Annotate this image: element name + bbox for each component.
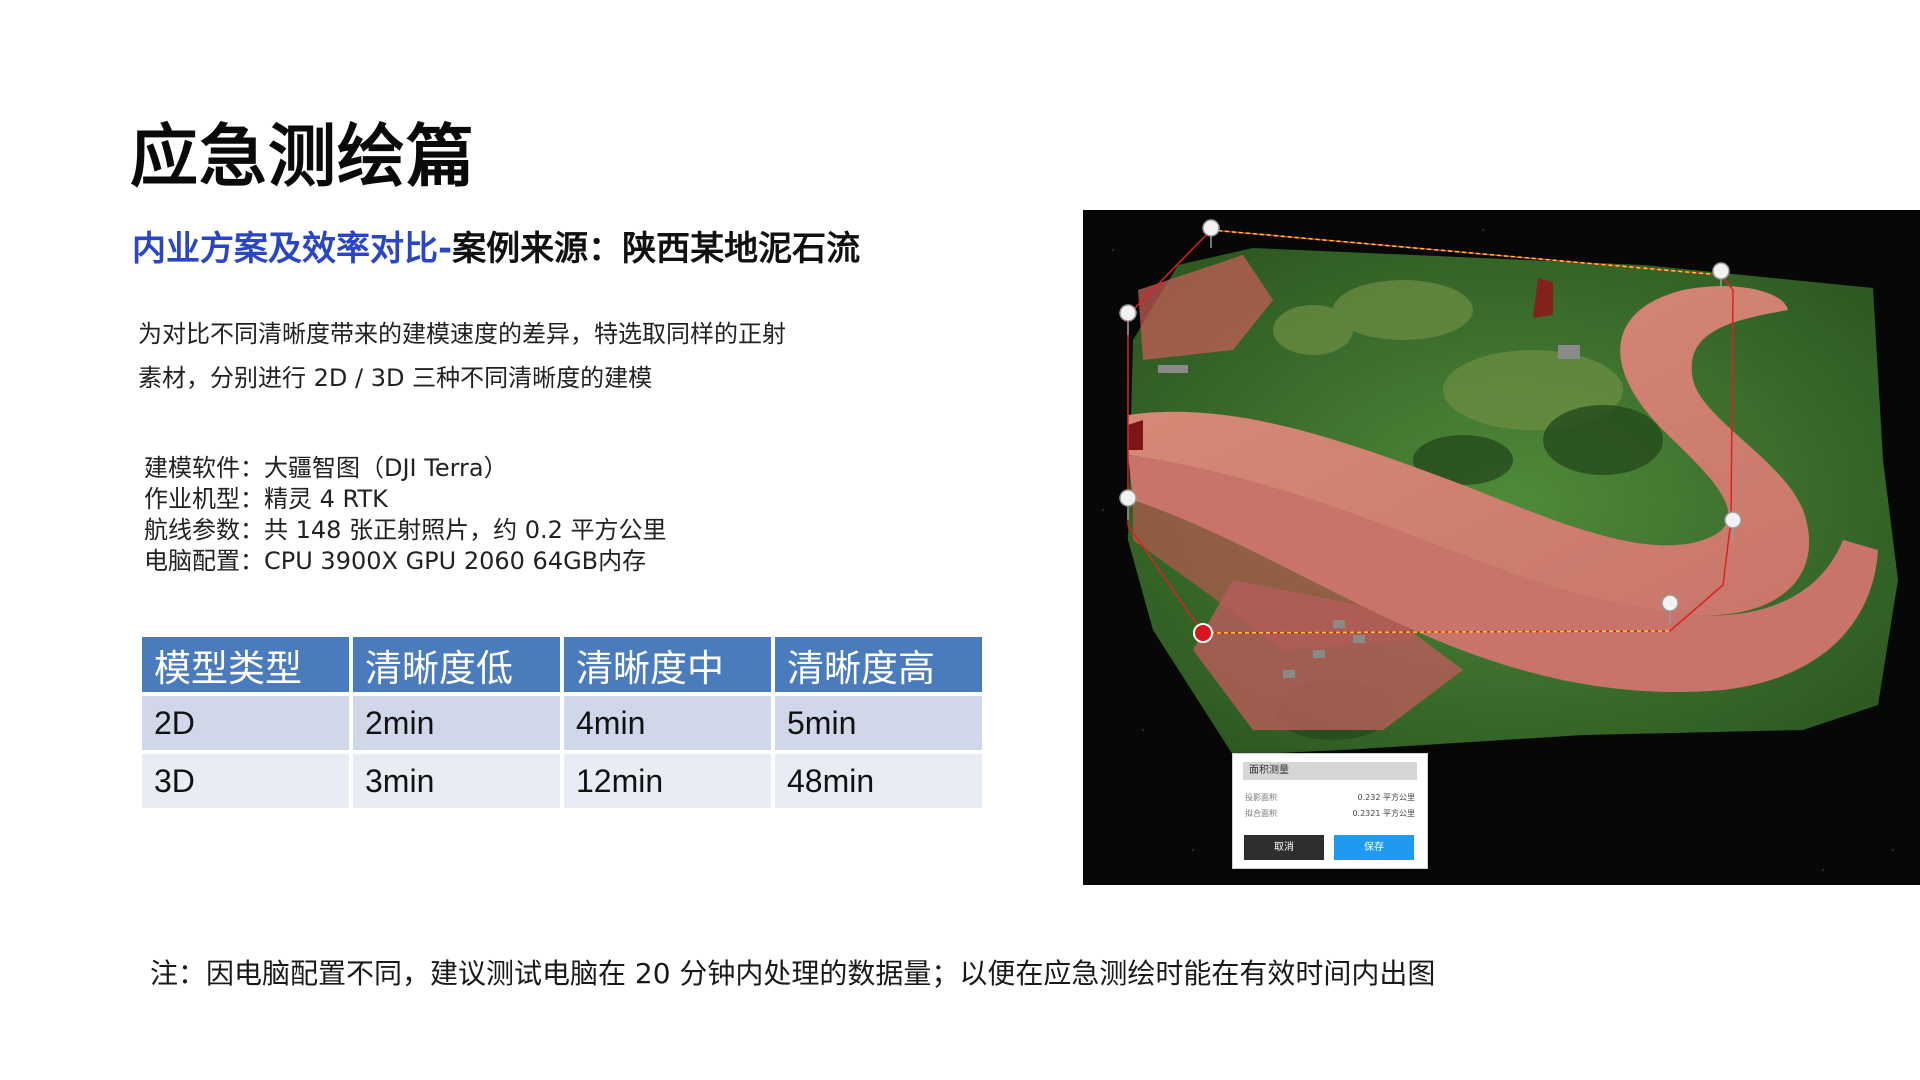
table-header-cell: 模型类型 (142, 637, 349, 692)
cancel-button[interactable]: 取消 (1244, 835, 1324, 860)
projected-area-label: 投影面积 (1245, 793, 1277, 802)
fitted-area-label: 拟合面积 (1245, 809, 1277, 818)
fitted-area-value: 0.2321 平方公里 (1352, 809, 1415, 818)
projected-area-row: 投影面积 0.232 平方公里 (1245, 792, 1415, 803)
dialog-title: 面积测量 (1243, 762, 1417, 780)
table-header-row: 模型类型 清晰度低 清晰度中 清晰度高 (142, 637, 982, 692)
intro-paragraph: 为对比不同清晰度带来的建模速度的差异，特选取同样的正射 素材，分别进行 2D /… (138, 312, 858, 400)
spec-flight-params: 航线参数：共 148 张正射照片，约 0.2 平方公里 (144, 516, 667, 544)
spec-software: 建模软件：大疆智图（DJI Terra） (144, 454, 508, 482)
area-measure-dialog: 面积测量 投影面积 0.232 平方公里 拟合面积 0.2321 平方公里 取消… (1232, 753, 1428, 869)
table-cell: 3D (142, 754, 349, 808)
table-row: 2D 2min 4min 5min (142, 696, 982, 750)
table-cell: 2D (142, 696, 349, 750)
save-button[interactable]: 保存 (1334, 835, 1414, 860)
table-header-cell: 清晰度低 (353, 637, 560, 692)
comparison-table: 模型类型 清晰度低 清晰度中 清晰度高 2D 2min 4min 5min 3D… (138, 633, 986, 812)
subtitle-highlight: 内业方案及效率对比- (132, 229, 453, 269)
table-header-cell: 清晰度中 (564, 637, 771, 692)
projected-area-value: 0.232 平方公里 (1357, 793, 1415, 802)
table-cell: 48min (775, 754, 982, 808)
subtitle-source: 案例来源：陕西某地泥石流 (452, 229, 861, 269)
table-row: 3D 3min 12min 48min (142, 754, 982, 808)
spec-aircraft: 作业机型：精灵 4 RTK (144, 485, 388, 513)
table-cell: 12min (564, 754, 771, 808)
intro-line-2: 素材，分别进行 2D / 3D 三种不同清晰度的建模 (138, 364, 653, 392)
table-header-cell: 清晰度高 (775, 637, 982, 692)
spec-list: 建模软件：大疆智图（DJI Terra） 作业机型：精灵 4 RTK 航线参数：… (144, 453, 667, 577)
table-cell: 2min (353, 696, 560, 750)
subtitle: 内业方案及效率对比-案例来源：陕西某地泥石流 (132, 229, 860, 270)
orthophoto-map[interactable]: 面积测量 投影面积 0.232 平方公里 拟合面积 0.2321 平方公里 取消… (1083, 210, 1920, 885)
fitted-area-row: 拟合面积 0.2321 平方公里 (1245, 808, 1415, 819)
table-cell: 3min (353, 754, 560, 808)
orthophoto-image (1102, 219, 1898, 871)
footnote: 注：因电脑配置不同，建议测试电脑在 20 分钟内处理的数据量；以便在应急测绘时能… (150, 957, 1436, 990)
table-cell: 4min (564, 696, 771, 750)
table-cell: 5min (775, 696, 982, 750)
intro-line-1: 为对比不同清晰度带来的建模速度的差异，特选取同样的正射 (138, 320, 786, 348)
page-title: 应急测绘篇 (130, 118, 476, 197)
spec-computer: 电脑配置：CPU 3900X GPU 2060 64GB内存 (144, 547, 647, 575)
